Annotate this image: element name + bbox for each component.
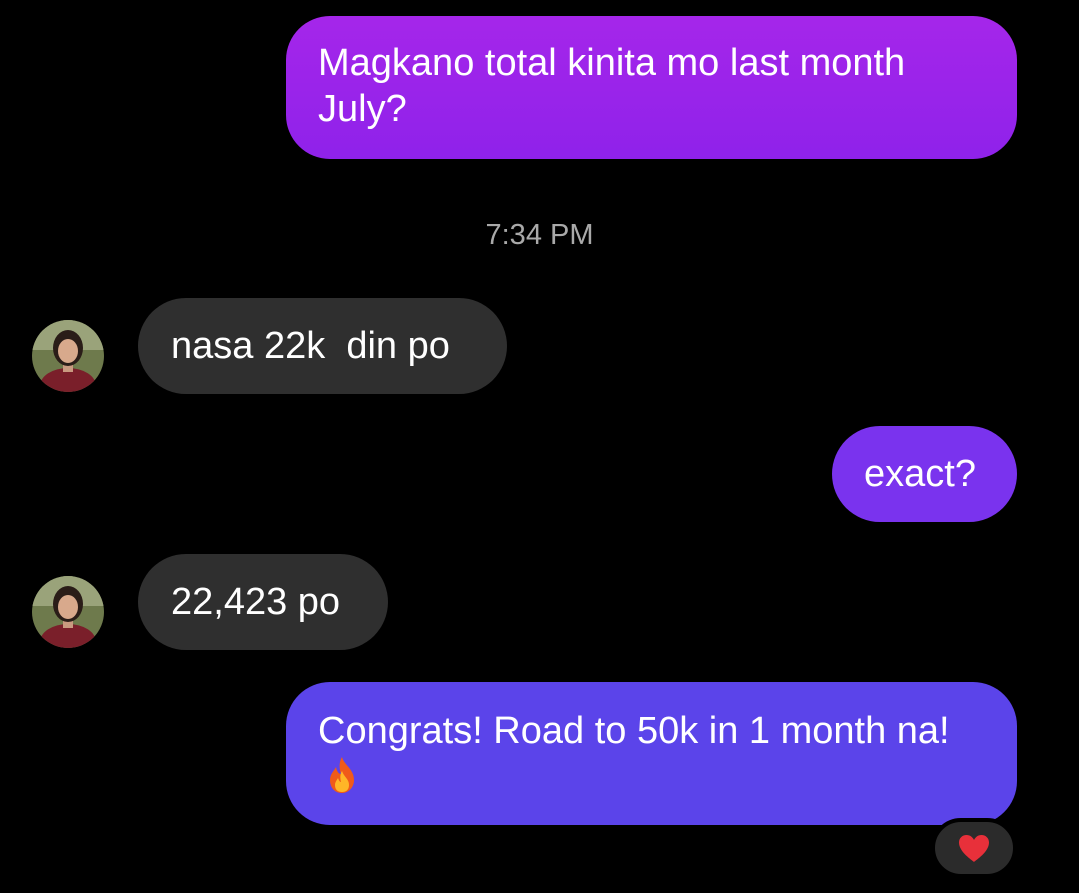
message-text: Magkano total kinita mo last month July? bbox=[318, 42, 906, 130]
avatar-photo bbox=[32, 320, 104, 392]
received-message-bubble[interactable]: nasa 22k din po bbox=[138, 298, 507, 394]
message-text: exact? bbox=[864, 453, 976, 495]
avatar-photo bbox=[32, 576, 104, 648]
heart-icon bbox=[959, 835, 989, 862]
fire-icon bbox=[324, 755, 360, 806]
contact-avatar[interactable] bbox=[32, 320, 104, 392]
sent-message-bubble[interactable]: exact? bbox=[832, 426, 1017, 522]
message-reaction[interactable] bbox=[931, 818, 1017, 878]
sent-message-bubble[interactable]: Congrats! Road to 50k in 1 month na! bbox=[286, 682, 1017, 825]
timestamp: 7:34 PM bbox=[485, 219, 594, 251]
sent-message-bubble[interactable]: Magkano total kinita mo last month July? bbox=[286, 16, 1017, 159]
message-text: 22,423 po bbox=[171, 581, 341, 623]
message-text: Congrats! Road to 50k in 1 month na! bbox=[318, 710, 950, 752]
contact-avatar[interactable] bbox=[32, 576, 104, 648]
message-text: nasa 22k din po bbox=[171, 325, 450, 367]
received-message-bubble[interactable]: 22,423 po bbox=[138, 554, 388, 650]
